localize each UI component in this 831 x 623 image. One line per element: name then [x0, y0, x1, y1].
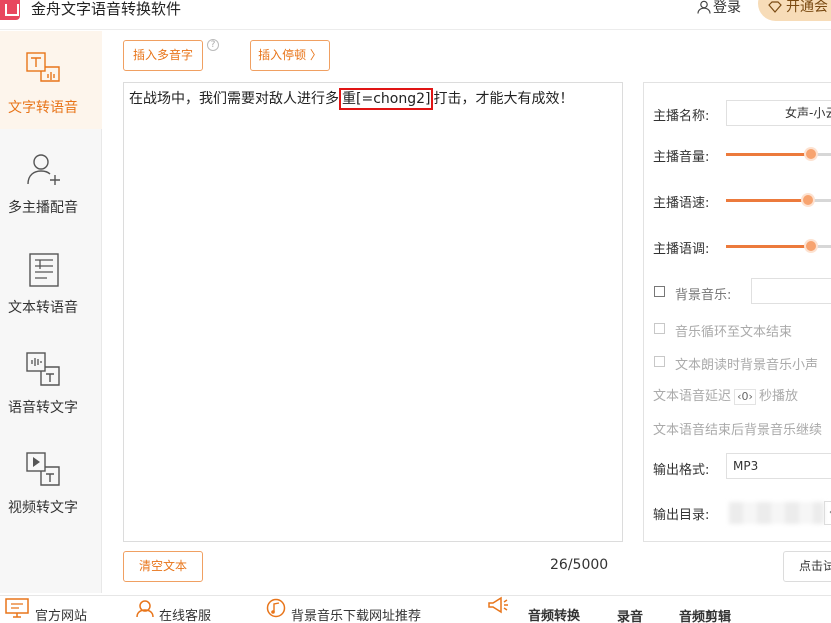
delay-stepper[interactable]: ‹0›	[734, 389, 757, 405]
document-icon	[29, 253, 59, 287]
footer: 官方网站 在线客服 背景音乐下载网址推荐 音频转换 录音 音频剪辑	[0, 595, 831, 623]
sidebar-item-video-to-text[interactable]: 视频转文字	[0, 431, 102, 529]
bgm-continue-label: 文本语音结束后背景音乐继续	[653, 423, 823, 438]
char-counter: 26/5000	[550, 557, 609, 573]
sidebar-item-label: 文字转语音	[8, 100, 78, 116]
sidebar-item-label: 多主播配音	[8, 200, 78, 216]
editor-text-after: 打击，才能大有成效！	[433, 91, 574, 107]
vip-button[interactable]: 开通会	[758, 0, 831, 21]
convert-button[interactable]: 点击试	[783, 551, 831, 582]
anchor-name-select[interactable]: 女声-小云	[726, 100, 831, 126]
app-logo-icon	[0, 0, 20, 20]
record-link[interactable]: 录音	[617, 606, 643, 623]
insert-pause-button[interactable]: 插入停顿 〉	[250, 40, 330, 71]
pitch-slider[interactable]	[726, 241, 831, 251]
sidebar-item-file-to-speech[interactable]: 文本转语音	[0, 231, 102, 329]
volume-slider-knob[interactable]	[805, 149, 816, 159]
online-service-label: 在线客服	[159, 609, 212, 623]
bgm-loop-checkbox[interactable]	[654, 323, 665, 334]
anchor-name-label: 主播名称:	[653, 109, 710, 124]
settings-panel: 主播名称: 女声-小云 主播音量: 主播语速: 主播语调: 背景音乐: 音乐循环…	[643, 82, 831, 542]
vip-label: 开通会	[786, 0, 828, 15]
output-dir-browse-button[interactable]: ‹	[824, 501, 831, 525]
bgm-download-label: 背景音乐下载网址推荐	[291, 609, 422, 623]
clear-text-button[interactable]: 清空文本	[123, 551, 203, 582]
login-button[interactable]: 登录	[697, 0, 741, 18]
polyphone-highlight: 重[=chong2]	[339, 88, 434, 110]
diamond-icon	[768, 1, 782, 13]
audio-convert-label: 音频转换	[528, 609, 581, 623]
music-icon	[266, 598, 286, 618]
pitch-slider-fill	[726, 245, 811, 248]
volume-slider[interactable]	[726, 149, 831, 159]
sidebar-item-label: 文本转语音	[8, 300, 78, 316]
bgm-label: 背景音乐:	[675, 288, 732, 303]
website-label: 官方网站	[35, 609, 88, 623]
text-editor[interactable]: 在战场中，我们需要对敌人进行多 重[=chong2] 打击，才能大有成效！	[123, 82, 623, 542]
insert-polyphone-button[interactable]: 插入多音字	[123, 40, 203, 71]
bgm-checkbox[interactable]	[654, 286, 665, 297]
speed-label: 主播语速:	[653, 196, 710, 211]
user-add-icon	[27, 154, 60, 185]
monitor-icon	[5, 598, 29, 618]
app-title: 金舟文字语音转换软件	[31, 0, 182, 18]
delay-suffix: 秒播放	[759, 389, 799, 404]
text-to-speech-icon	[26, 52, 60, 82]
format-select[interactable]: MP3	[726, 453, 831, 479]
bgm-quiet-checkbox[interactable]	[654, 356, 665, 367]
sidebar-item-speech-to-text[interactable]: 语音转文字	[0, 331, 102, 429]
user-icon	[697, 0, 711, 14]
format-label: 输出格式:	[653, 463, 710, 478]
output-dir-label: 输出目录:	[653, 508, 710, 523]
sidebar-item-text-to-speech[interactable]: 文字转语音	[0, 31, 102, 129]
pitch-label: 主播语调:	[653, 242, 710, 257]
help-icon[interactable]: ?	[207, 39, 219, 51]
speed-slider-knob[interactable]	[802, 195, 813, 205]
bgm-quiet-label: 文本朗读时背景音乐小声	[675, 358, 819, 373]
delay-prefix: 文本语音延迟	[653, 389, 732, 404]
editor-content[interactable]: 在战场中，我们需要对敌人进行多 重[=chong2] 打击，才能大有成效！	[129, 88, 574, 110]
pitch-slider-knob[interactable]	[805, 241, 816, 251]
volume-slider-fill	[726, 153, 811, 156]
bgm-loop-label: 音乐循环至文本结束	[675, 325, 793, 340]
delay-value: 0	[741, 390, 749, 403]
output-dir-value[interactable]	[729, 502, 824, 524]
sidebar-item-label: 视频转文字	[8, 500, 78, 516]
speech-to-text-icon	[26, 352, 60, 386]
editor-text-before: 在战场中，我们需要对敌人进行多	[129, 91, 339, 107]
audio-edit-link[interactable]: 音频剪辑	[679, 606, 731, 623]
sidebar: 文字转语音 多主播配音 文本转语音 语音转文字 视频转文字	[0, 31, 102, 593]
title-bar: 金舟文字语音转换软件 登录 开通会	[0, 0, 831, 30]
bgm-file-input[interactable]	[751, 278, 831, 304]
speed-slider-fill	[726, 199, 808, 202]
headset-icon	[136, 600, 154, 618]
delay-setting: 文本语音延迟 ‹0› 秒播放	[653, 385, 798, 405]
login-label: 登录	[713, 0, 741, 16]
speed-slider[interactable]	[726, 195, 831, 205]
volume-label: 主播音量:	[653, 150, 710, 165]
megaphone-icon	[488, 596, 508, 614]
sidebar-item-label: 语音转文字	[8, 400, 78, 416]
video-to-text-icon	[26, 452, 60, 486]
sidebar-item-multi-anchor[interactable]: 多主播配音	[0, 131, 102, 229]
